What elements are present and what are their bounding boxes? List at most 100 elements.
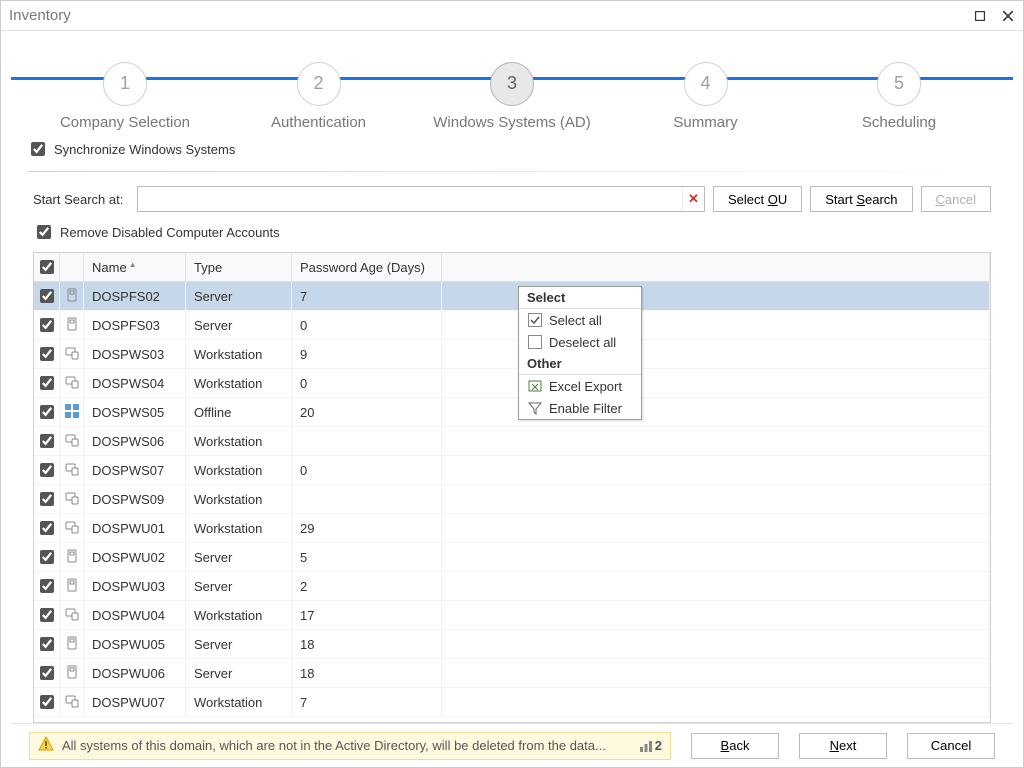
row-type: Workstation — [186, 427, 292, 456]
clear-search-icon[interactable]: ✕ — [682, 187, 704, 211]
row-name: DOSPWS09 — [84, 485, 186, 514]
row-type: Offline — [186, 398, 292, 427]
row-name: DOSPWU03 — [84, 572, 186, 601]
context-deselect-all[interactable]: Deselect all — [519, 331, 641, 353]
row-type: Workstation — [186, 514, 292, 543]
row-type-icon — [60, 369, 84, 398]
header-type[interactable]: Type — [186, 253, 292, 282]
row-password-age: 7 — [292, 688, 442, 717]
step-authentication[interactable]: 2 Authentication — [223, 48, 415, 131]
row-name: DOSPWS03 — [84, 340, 186, 369]
row-name: DOSPFS03 — [84, 311, 186, 340]
row-checkbox[interactable] — [40, 579, 54, 593]
row-password-age: 0 — [292, 456, 442, 485]
row-type: Server — [186, 572, 292, 601]
row-type-icon — [60, 688, 84, 717]
close-icon[interactable] — [1001, 9, 1015, 23]
row-checkbox[interactable] — [40, 405, 54, 419]
back-button[interactable]: Back — [691, 733, 779, 759]
row-type: Workstation — [186, 340, 292, 369]
wizard-stepper: 1 Company Selection 2 Authentication 3 W… — [11, 41, 1013, 137]
row-name: DOSPWS04 — [84, 369, 186, 398]
context-enable-filter[interactable]: Enable Filter — [519, 397, 641, 419]
row-type-icon — [60, 456, 84, 485]
context-menu: Select Select all Deselect all Other Exc… — [518, 286, 642, 420]
row-checkbox[interactable] — [40, 521, 54, 535]
table-row[interactable]: DOSPWS05Offline20 — [34, 398, 990, 427]
row-checkbox[interactable] — [40, 347, 54, 361]
cancel-button[interactable]: Cancel — [907, 733, 995, 759]
row-type-icon — [60, 572, 84, 601]
row-checkbox[interactable] — [40, 492, 54, 506]
row-checkbox[interactable] — [40, 666, 54, 680]
table-row[interactable]: DOSPFS02Server7 — [34, 282, 990, 311]
row-checkbox[interactable] — [40, 289, 54, 303]
row-checkbox[interactable] — [40, 550, 54, 564]
header-checkbox[interactable] — [34, 253, 60, 282]
row-password-age: 2 — [292, 572, 442, 601]
row-checkbox[interactable] — [40, 376, 54, 390]
row-checkbox[interactable] — [40, 637, 54, 651]
row-name: DOSPWU01 — [84, 514, 186, 543]
table-row[interactable]: DOSPWU07Workstation7 — [34, 688, 990, 717]
row-name: DOSPWU02 — [84, 543, 186, 572]
row-checkbox[interactable] — [40, 318, 54, 332]
table-row[interactable]: DOSPWU04Workstation17 — [34, 601, 990, 630]
header-spacer — [442, 253, 990, 282]
row-checkbox[interactable] — [40, 695, 54, 709]
row-checkbox[interactable] — [40, 608, 54, 622]
remove-disabled-checkbox[interactable] — [37, 225, 51, 239]
context-excel-export[interactable]: Excel Export — [519, 375, 641, 397]
step-windows-systems[interactable]: 3 Windows Systems (AD) — [416, 48, 608, 131]
warning-icon — [38, 736, 54, 755]
step-scheduling[interactable]: 5 Scheduling — [803, 48, 995, 131]
row-type: Server — [186, 543, 292, 572]
start-search-button[interactable]: Start Search — [810, 186, 912, 212]
table-row[interactable]: DOSPWS09Workstation — [34, 485, 990, 514]
row-type-icon — [60, 340, 84, 369]
header-password-age[interactable]: Password Age (Days) — [292, 253, 442, 282]
header-icon[interactable] — [60, 253, 84, 282]
row-type-icon — [60, 485, 84, 514]
row-name: DOSPWU05 — [84, 630, 186, 659]
row-password-age — [292, 427, 442, 456]
step-company-selection[interactable]: 1 Company Selection — [29, 48, 221, 131]
table-row[interactable]: DOSPWS07Workstation0 — [34, 456, 990, 485]
warning-count[interactable]: 2 — [639, 738, 662, 753]
row-name: DOSPWU06 — [84, 659, 186, 688]
row-type-icon — [60, 398, 84, 427]
search-input[interactable] — [138, 187, 682, 211]
table-row[interactable]: DOSPWU03Server2 — [34, 572, 990, 601]
row-name: DOSPWU07 — [84, 688, 186, 717]
table-row[interactable]: DOSPWS06Workstation — [34, 427, 990, 456]
maximize-icon[interactable] — [973, 9, 987, 23]
sort-asc-icon: ▲ — [129, 260, 137, 269]
step-summary[interactable]: 4 Summary — [610, 48, 802, 131]
divider — [27, 171, 997, 172]
row-type-icon — [60, 282, 84, 311]
sync-label: Synchronize Windows Systems — [54, 142, 235, 157]
table-row[interactable]: DOSPWU02Server5 — [34, 543, 990, 572]
row-checkbox[interactable] — [40, 463, 54, 477]
row-checkbox[interactable] — [40, 434, 54, 448]
table-row[interactable]: DOSPWS03Workstation9 — [34, 340, 990, 369]
table-row[interactable]: DOSPWU05Server18 — [34, 630, 990, 659]
table-row[interactable]: DOSPWU06Server18 — [34, 659, 990, 688]
row-type-icon — [60, 659, 84, 688]
context-select-all[interactable]: Select all — [519, 309, 641, 331]
row-type-icon — [60, 427, 84, 456]
sync-checkbox[interactable] — [31, 142, 45, 156]
select-ou-button[interactable]: Select OU — [713, 186, 802, 212]
header-name[interactable]: Name▲ — [84, 253, 186, 282]
row-type-icon — [60, 630, 84, 659]
warning-text: All systems of this domain, which are no… — [62, 738, 631, 753]
table-row[interactable]: DOSPWS04Workstation0 — [34, 369, 990, 398]
table-row[interactable]: DOSPFS03Server0 — [34, 311, 990, 340]
row-type-icon — [60, 514, 84, 543]
next-button[interactable]: Next — [799, 733, 887, 759]
row-name: DOSPWS06 — [84, 427, 186, 456]
context-other-header: Other — [519, 353, 641, 375]
context-select-header: Select — [519, 287, 641, 309]
table-row[interactable]: DOSPWU01Workstation29 — [34, 514, 990, 543]
row-type: Workstation — [186, 485, 292, 514]
